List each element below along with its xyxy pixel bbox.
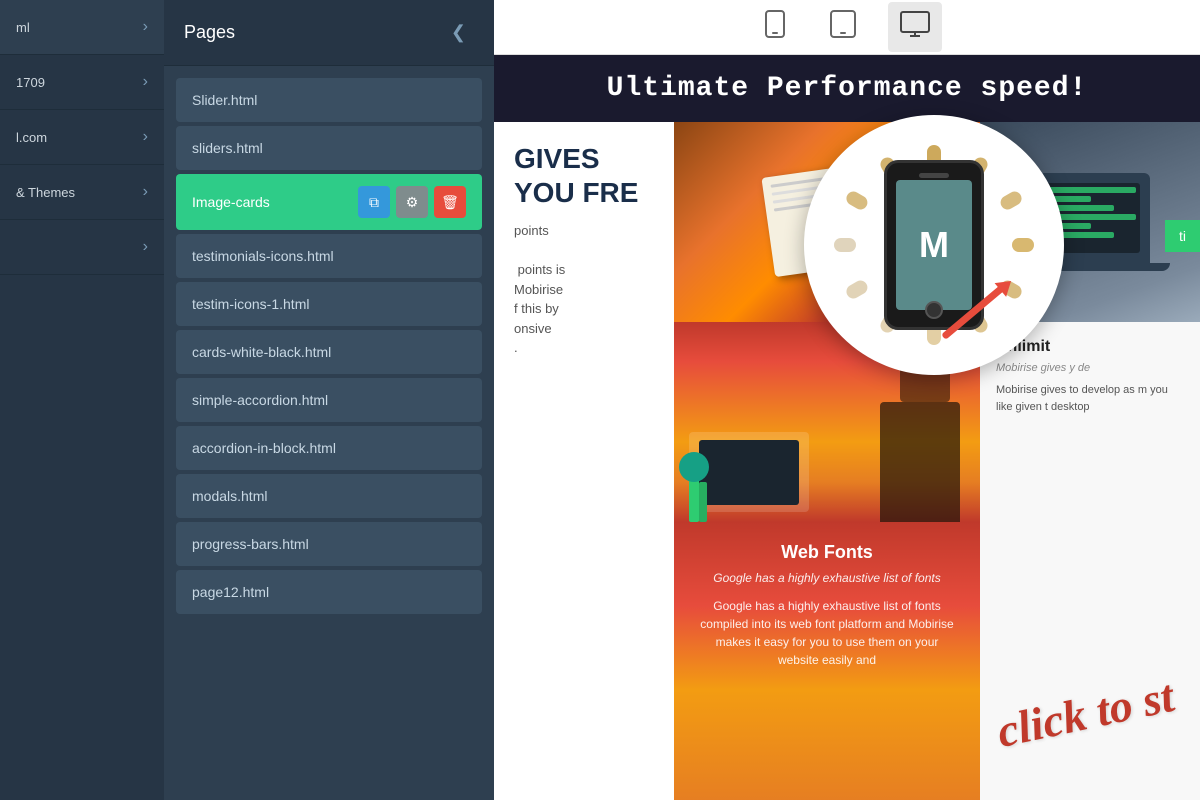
phone-circle-overlay: M <box>804 115 1064 375</box>
sidebar-item-lcom[interactable]: l.com › <box>0 110 164 165</box>
pages-panel: Pages ❮ Slider.html sliders.html Image-c… <box>164 0 494 800</box>
preview-heading: GIVES YOU FRE <box>514 142 654 209</box>
page-item-testimonials-icons[interactable]: testimonials-icons.html <box>176 234 482 278</box>
phone-illustration: M <box>884 160 984 330</box>
sidebar-item-extra[interactable]: › <box>0 220 164 275</box>
chevron-right-icon: › <box>143 73 148 91</box>
page-item-page12[interactable]: page12.html <box>176 570 482 614</box>
pages-close-button[interactable]: ❮ <box>443 18 474 47</box>
page-name: testim-icons-1.html <box>192 296 466 312</box>
card-title: Web Fonts <box>694 542 960 563</box>
phone-screen: M <box>896 180 972 310</box>
phone-speaker <box>919 173 949 178</box>
pages-title: Pages <box>184 22 235 43</box>
desktop-icon <box>900 10 930 38</box>
sidebar-item-ml-label: ml <box>16 20 30 35</box>
page-name: progress-bars.html <box>192 536 466 552</box>
page-name: modals.html <box>192 488 466 504</box>
sidebar-item-ml[interactable]: ml › <box>0 0 164 55</box>
phone-body: M <box>884 160 984 330</box>
page-item-cards-white-black[interactable]: cards-white-black.html <box>176 330 482 374</box>
settings-page-button[interactable]: ⚙ <box>396 186 428 218</box>
tablet-icon <box>830 10 856 38</box>
page-item-accordion-in-block[interactable]: accordion-in-block.html <box>176 426 482 470</box>
cta-button[interactable]: ti <box>1165 220 1200 252</box>
page-name: accordion-in-block.html <box>192 440 466 456</box>
mobile-icon <box>764 10 786 38</box>
page-name: sliders.html <box>192 140 466 156</box>
preview-right-content: Unlimit Mobirise gives y de Mobirise giv… <box>980 322 1200 800</box>
right-subtitle: Mobirise gives y de <box>996 362 1184 374</box>
sidebar-item-1709[interactable]: 1709 › <box>0 55 164 110</box>
page-name: Image-cards <box>192 194 358 210</box>
card-subtitle: Google has a highly exhaustive list of f… <box>694 571 960 585</box>
page-name: Slider.html <box>192 92 466 108</box>
page-name: page12.html <box>192 584 466 600</box>
copy-page-button[interactable]: ⧉ <box>358 186 390 218</box>
page-item-modals[interactable]: modals.html <box>176 474 482 518</box>
chevron-right-icon: › <box>143 128 148 146</box>
tablet-view-button[interactable] <box>818 2 868 52</box>
cta-label: ti <box>1179 228 1186 244</box>
preview-area: Ultimate Performance speed! GIVES YOU FR… <box>494 55 1200 800</box>
mobile-view-button[interactable] <box>752 2 798 52</box>
sidebar-item-themes-label: & Themes <box>16 185 75 200</box>
delete-page-button[interactable]: 🗑 <box>434 186 466 218</box>
page-item-progress-bars[interactable]: progress-bars.html <box>176 522 482 566</box>
sidebar-item-1709-label: 1709 <box>16 75 45 90</box>
phone-m-letter: M <box>919 224 949 266</box>
preview-subtext: points points is Mobirise f this by onsi… <box>514 221 654 358</box>
gear-icon: ⚙ <box>406 194 419 211</box>
card-text: Google has a highly exhaustive list of f… <box>694 597 960 669</box>
sidebar: ml › 1709 › l.com › & Themes › › <box>0 0 164 800</box>
desktop-view-button[interactable] <box>888 2 942 52</box>
page-item-actions: ⧉ ⚙ 🗑 <box>358 186 466 218</box>
copy-icon: ⧉ <box>369 194 379 211</box>
page-item-image-cards[interactable]: Image-cards ⧉ ⚙ 🗑 <box>176 174 482 230</box>
right-text: Mobirise gives to develop as m you like … <box>996 382 1184 415</box>
chevron-right-icon: › <box>143 183 148 201</box>
page-item-simple-accordion[interactable]: simple-accordion.html <box>176 378 482 422</box>
toolbar <box>494 0 1200 55</box>
page-name: simple-accordion.html <box>192 392 466 408</box>
page-name: cards-white-black.html <box>192 344 466 360</box>
banner-text: Ultimate Performance speed! <box>607 73 1088 104</box>
preview-card-section: Web Fonts Google has a highly exhaustive… <box>674 522 980 800</box>
preview-content: Ultimate Performance speed! GIVES YOU FR… <box>494 55 1200 800</box>
page-item-sliders[interactable]: sliders.html <box>176 126 482 170</box>
preview-left-column: GIVES YOU FRE points points is Mobirise … <box>494 122 674 800</box>
main-content: Ultimate Performance speed! GIVES YOU FR… <box>494 0 1200 800</box>
chevron-right-icon: › <box>143 18 148 36</box>
page-name: testimonials-icons.html <box>192 248 466 264</box>
pages-list: Slider.html sliders.html Image-cards ⧉ ⚙… <box>164 66 494 800</box>
page-item-testim-icons-1[interactable]: testim-icons-1.html <box>176 282 482 326</box>
sidebar-item-lcom-label: l.com <box>16 130 47 145</box>
page-item-slider[interactable]: Slider.html <box>176 78 482 122</box>
trash-icon: 🗑 <box>441 194 459 211</box>
preview-banner: Ultimate Performance speed! <box>494 55 1200 122</box>
sidebar-item-themes[interactable]: & Themes › <box>0 165 164 220</box>
chevron-right-icon: › <box>143 238 148 256</box>
phone-home-button <box>925 301 943 319</box>
pages-header: Pages ❮ <box>164 0 494 66</box>
